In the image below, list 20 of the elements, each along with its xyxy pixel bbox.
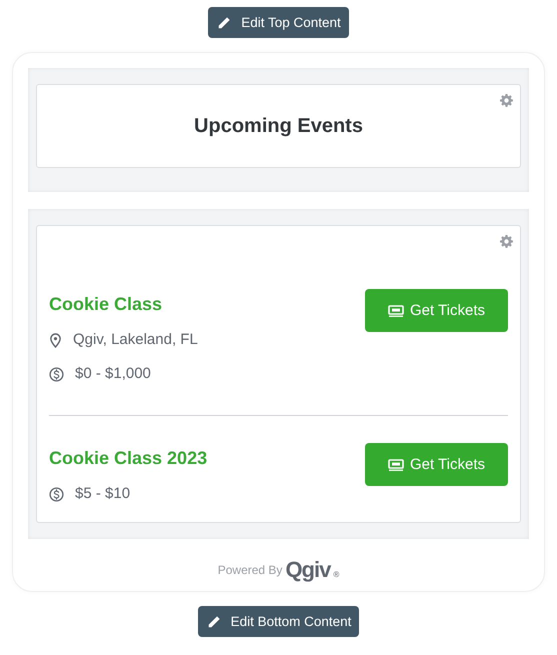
section-title: Upcoming Events (194, 114, 363, 138)
event-title: Cookie Class 2023 (49, 447, 208, 470)
registered-mark: ® (333, 570, 340, 579)
location-pin-icon (49, 332, 62, 348)
powered-by-text: Powered By (218, 563, 282, 577)
pencil-icon (217, 16, 232, 30)
settings-icon[interactable] (500, 94, 513, 107)
dollar-icon (49, 486, 64, 502)
ticket-icon (388, 304, 404, 316)
event-detail: $5 - $10 (75, 484, 130, 504)
event-detail: $0 - $1,000 (75, 364, 151, 384)
edit-top-content-button[interactable]: Edit Top Content (208, 7, 349, 38)
dollar-icon (49, 366, 64, 382)
event-title: Cookie Class (49, 293, 164, 316)
ticket-icon (388, 458, 404, 470)
logo-text: Qgiv (285, 559, 330, 581)
pencil-icon (206, 614, 221, 628)
settings-icon[interactable] (500, 235, 513, 248)
event-detail: Qgiv, Lakeland, FL (73, 330, 198, 350)
edit-bottom-content-button[interactable]: Edit Bottom Content (198, 606, 360, 637)
